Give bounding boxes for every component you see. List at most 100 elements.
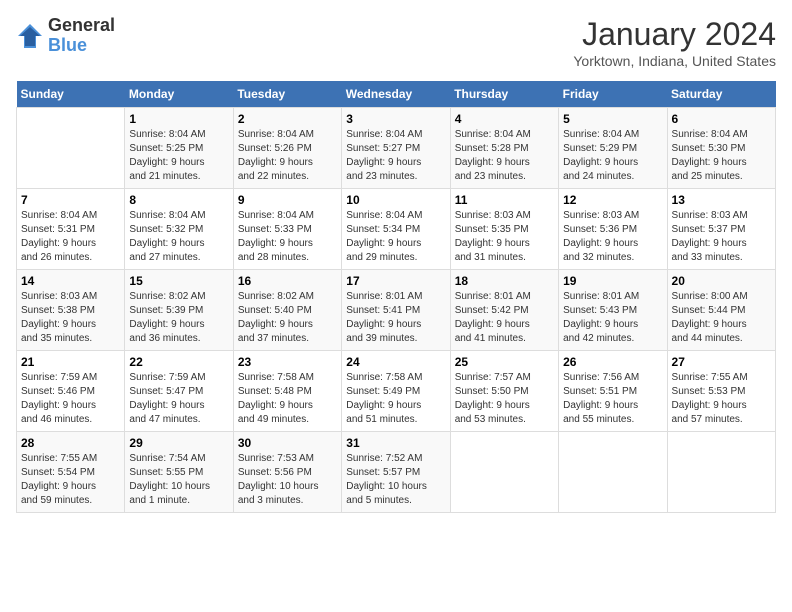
calendar-week-row: 14 Sunrise: 8:03 AM Sunset: 5:38 PM Dayli… xyxy=(17,270,776,351)
day-number: 27 xyxy=(672,355,771,369)
calendar-day-cell: 21Sunrise: 7:59 AM Sunset: 5:46 PM Dayli… xyxy=(17,351,125,432)
day-number: 30 xyxy=(238,436,337,450)
day-number: 24 xyxy=(346,355,445,369)
day-info: Sunrise: 7:53 AM Sunset: 5:56 PM Dayligh… xyxy=(238,452,337,508)
calendar-body: 1Sunrise: 8:04 AM Sunset: 5:25 PM Daylig… xyxy=(17,108,776,513)
day-number: 31 xyxy=(346,436,445,450)
day-info: Sunrise: 7:55 AM Sunset: 5:54 PM Dayligh… xyxy=(21,452,120,508)
day-number: 6 xyxy=(672,112,771,126)
day-number: 8 xyxy=(129,193,228,207)
day-info: Sunrise: 8:04 AM Sunset: 5:29 PM Dayligh… xyxy=(563,128,662,184)
calendar-day-cell: 11 Sunrise: 8:03 AM Sunset: 5:35 PM Dayli… xyxy=(450,189,558,270)
title-area: January 2024 Yorktown, Indiana, United S… xyxy=(573,16,776,69)
day-info: Sunrise: 8:01 AM Sunset: 5:41 PM Dayligh… xyxy=(346,290,445,346)
logo-text: General Blue xyxy=(48,16,115,56)
day-info: Sunrise: 7:58 AM Sunset: 5:49 PM Dayligh… xyxy=(346,371,445,427)
day-number: 17 xyxy=(346,274,445,288)
calendar-day-cell: 4Sunrise: 8:04 AM Sunset: 5:28 PM Daylig… xyxy=(450,108,558,189)
calendar-day-cell: 7 Sunrise: 8:04 AM Sunset: 5:31 PM Daylig… xyxy=(17,189,125,270)
calendar-header-cell: Tuesday xyxy=(233,81,341,108)
calendar-day-cell: 3 Sunrise: 8:04 AM Sunset: 5:27 PM Daylig… xyxy=(342,108,450,189)
day-number: 26 xyxy=(563,355,662,369)
day-number: 9 xyxy=(238,193,337,207)
calendar-table: SundayMondayTuesdayWednesdayThursdayFrid… xyxy=(16,81,776,513)
calendar-day-cell: 17 Sunrise: 8:01 AM Sunset: 5:41 PM Dayli… xyxy=(342,270,450,351)
calendar-week-row: 1Sunrise: 8:04 AM Sunset: 5:25 PM Daylig… xyxy=(17,108,776,189)
day-number: 13 xyxy=(672,193,771,207)
day-info: Sunrise: 8:00 AM Sunset: 5:44 PM Dayligh… xyxy=(672,290,771,346)
calendar-week-row: 7 Sunrise: 8:04 AM Sunset: 5:31 PM Daylig… xyxy=(17,189,776,270)
calendar-header-cell: Saturday xyxy=(667,81,775,108)
day-info: Sunrise: 8:04 AM Sunset: 5:32 PM Dayligh… xyxy=(129,209,228,265)
calendar-header-cell: Wednesday xyxy=(342,81,450,108)
day-info: Sunrise: 8:03 AM Sunset: 5:36 PM Dayligh… xyxy=(563,209,662,265)
logo-icon xyxy=(16,22,44,50)
day-info: Sunrise: 8:02 AM Sunset: 5:39 PM Dayligh… xyxy=(129,290,228,346)
day-info: Sunrise: 7:58 AM Sunset: 5:48 PM Dayligh… xyxy=(238,371,337,427)
calendar-day-cell: 1Sunrise: 8:04 AM Sunset: 5:25 PM Daylig… xyxy=(125,108,233,189)
calendar-day-cell: 22Sunrise: 7:59 AM Sunset: 5:47 PM Dayli… xyxy=(125,351,233,432)
day-info: Sunrise: 8:04 AM Sunset: 5:30 PM Dayligh… xyxy=(672,128,771,184)
day-info: Sunrise: 7:57 AM Sunset: 5:50 PM Dayligh… xyxy=(455,371,554,427)
calendar-day-cell: 16Sunrise: 8:02 AM Sunset: 5:40 PM Dayli… xyxy=(233,270,341,351)
calendar-day-cell: 9 Sunrise: 8:04 AM Sunset: 5:33 PM Daylig… xyxy=(233,189,341,270)
day-info: Sunrise: 8:01 AM Sunset: 5:42 PM Dayligh… xyxy=(455,290,554,346)
day-number: 7 xyxy=(21,193,120,207)
day-number: 11 xyxy=(455,193,554,207)
day-number: 3 xyxy=(346,112,445,126)
calendar-day-cell: 8 Sunrise: 8:04 AM Sunset: 5:32 PM Daylig… xyxy=(125,189,233,270)
day-number: 4 xyxy=(455,112,554,126)
day-number: 1 xyxy=(129,112,228,126)
calendar-day-cell: 19 Sunrise: 8:01 AM Sunset: 5:43 PM Dayli… xyxy=(559,270,667,351)
day-info: Sunrise: 8:02 AM Sunset: 5:40 PM Dayligh… xyxy=(238,290,337,346)
day-number: 21 xyxy=(21,355,120,369)
calendar-header-cell: Monday xyxy=(125,81,233,108)
calendar-header-cell: Sunday xyxy=(17,81,125,108)
page-title: January 2024 xyxy=(573,16,776,53)
day-info: Sunrise: 8:04 AM Sunset: 5:33 PM Dayligh… xyxy=(238,209,337,265)
day-number: 10 xyxy=(346,193,445,207)
day-number: 29 xyxy=(129,436,228,450)
calendar-day-cell: 15 Sunrise: 8:02 AM Sunset: 5:39 PM Dayli… xyxy=(125,270,233,351)
calendar-day-cell: 5 Sunrise: 8:04 AM Sunset: 5:29 PM Daylig… xyxy=(559,108,667,189)
logo: General Blue xyxy=(16,16,115,56)
day-number: 23 xyxy=(238,355,337,369)
calendar-day-cell: 14 Sunrise: 8:03 AM Sunset: 5:38 PM Dayli… xyxy=(17,270,125,351)
day-info: Sunrise: 8:01 AM Sunset: 5:43 PM Dayligh… xyxy=(563,290,662,346)
day-number: 28 xyxy=(21,436,120,450)
calendar-week-row: 28 Sunrise: 7:55 AM Sunset: 5:54 PM Dayli… xyxy=(17,432,776,513)
day-info: Sunrise: 8:04 AM Sunset: 5:27 PM Dayligh… xyxy=(346,128,445,184)
day-info: Sunrise: 7:54 AM Sunset: 5:55 PM Dayligh… xyxy=(129,452,228,508)
calendar-day-cell: 27 Sunrise: 7:55 AM Sunset: 5:53 PM Dayli… xyxy=(667,351,775,432)
calendar-day-cell: 30 Sunrise: 7:53 AM Sunset: 5:56 PM Dayli… xyxy=(233,432,341,513)
day-number: 25 xyxy=(455,355,554,369)
calendar-header-cell: Friday xyxy=(559,81,667,108)
day-info: Sunrise: 8:04 AM Sunset: 5:31 PM Dayligh… xyxy=(21,209,120,265)
day-number: 12 xyxy=(563,193,662,207)
calendar-header-cell: Thursday xyxy=(450,81,558,108)
day-info: Sunrise: 8:03 AM Sunset: 5:38 PM Dayligh… xyxy=(21,290,120,346)
calendar-day-cell xyxy=(667,432,775,513)
calendar-day-cell: 2Sunrise: 8:04 AM Sunset: 5:26 PM Daylig… xyxy=(233,108,341,189)
calendar-header-row: SundayMondayTuesdayWednesdayThursdayFrid… xyxy=(17,81,776,108)
calendar-day-cell: 6 Sunrise: 8:04 AM Sunset: 5:30 PM Daylig… xyxy=(667,108,775,189)
calendar-day-cell: 18 Sunrise: 8:01 AM Sunset: 5:42 PM Dayli… xyxy=(450,270,558,351)
day-info: Sunrise: 7:56 AM Sunset: 5:51 PM Dayligh… xyxy=(563,371,662,427)
day-info: Sunrise: 8:04 AM Sunset: 5:34 PM Dayligh… xyxy=(346,209,445,265)
header: General Blue January 2024 Yorktown, Indi… xyxy=(16,16,776,69)
day-number: 18 xyxy=(455,274,554,288)
day-info: Sunrise: 8:03 AM Sunset: 5:35 PM Dayligh… xyxy=(455,209,554,265)
calendar-week-row: 21Sunrise: 7:59 AM Sunset: 5:46 PM Dayli… xyxy=(17,351,776,432)
calendar-day-cell xyxy=(559,432,667,513)
day-number: 5 xyxy=(563,112,662,126)
day-info: Sunrise: 7:55 AM Sunset: 5:53 PM Dayligh… xyxy=(672,371,771,427)
day-number: 19 xyxy=(563,274,662,288)
day-number: 15 xyxy=(129,274,228,288)
day-info: Sunrise: 7:52 AM Sunset: 5:57 PM Dayligh… xyxy=(346,452,445,508)
page-subtitle: Yorktown, Indiana, United States xyxy=(573,53,776,69)
calendar-day-cell xyxy=(17,108,125,189)
day-number: 14 xyxy=(21,274,120,288)
day-info: Sunrise: 8:03 AM Sunset: 5:37 PM Dayligh… xyxy=(672,209,771,265)
calendar-day-cell: 13 Sunrise: 8:03 AM Sunset: 5:37 PM Dayli… xyxy=(667,189,775,270)
calendar-day-cell: 23 Sunrise: 7:58 AM Sunset: 5:48 PM Dayli… xyxy=(233,351,341,432)
